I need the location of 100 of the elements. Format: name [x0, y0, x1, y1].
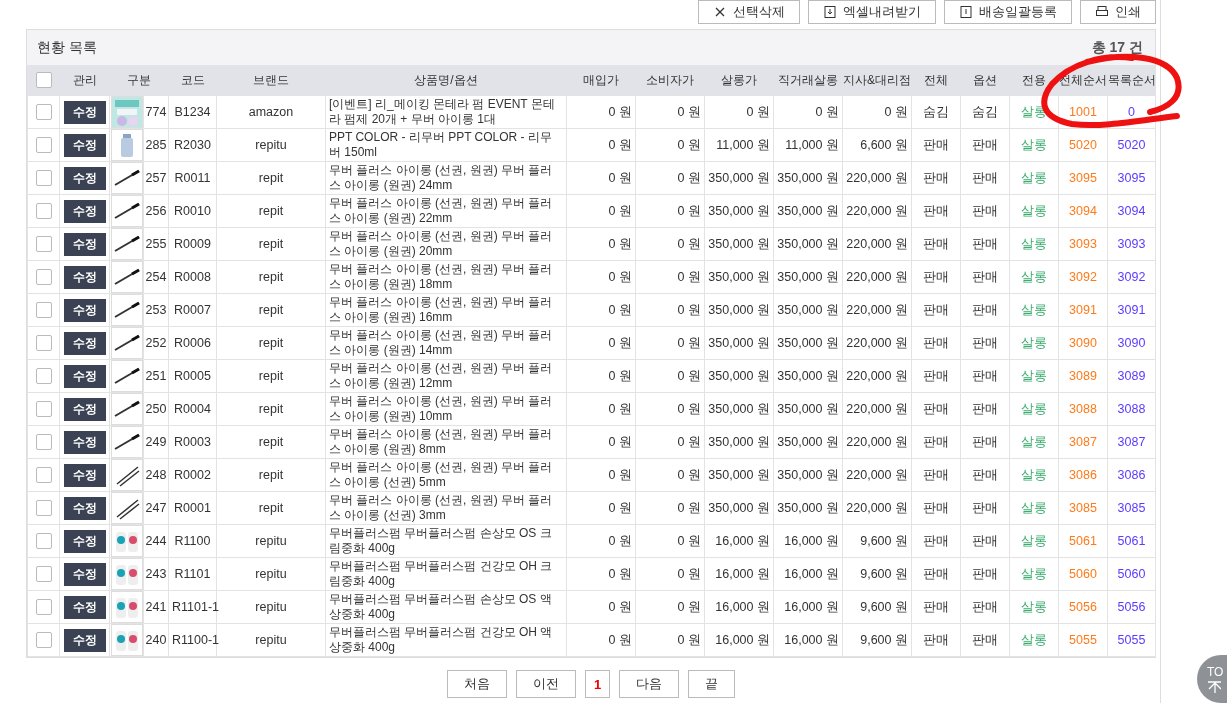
checkbox[interactable] [35, 500, 52, 516]
checkbox[interactable] [35, 467, 52, 483]
table-cell: 220,000 원 [842, 194, 912, 228]
table-cell: 350,000 원 [773, 491, 843, 525]
checkbox[interactable] [35, 302, 52, 318]
table-cell: 3086 [1107, 458, 1156, 492]
edit-button[interactable]: 수정 [63, 529, 106, 553]
edit-button[interactable]: 수정 [63, 364, 106, 388]
table-cell: 판매 [911, 128, 961, 162]
page-button[interactable]: 이전 [515, 670, 576, 698]
table-cell: 6,600 원 [842, 128, 912, 162]
checkbox[interactable] [35, 434, 52, 450]
checkbox[interactable] [35, 72, 52, 88]
table-cell: 5061 [1107, 524, 1156, 558]
edit-button[interactable]: 수정 [63, 298, 106, 322]
edit-button[interactable]: 수정 [63, 463, 106, 487]
table-cell: 판매 [960, 590, 1010, 624]
checkbox[interactable] [35, 269, 52, 285]
table-cell: 248 [143, 458, 169, 492]
table-cell: 350,000 원 [704, 227, 774, 261]
table-cell: 0 원 [566, 590, 636, 624]
table-cell: 3087 [1107, 425, 1156, 459]
page-button[interactable]: 처음 [446, 670, 507, 698]
edit-button[interactable]: 수정 [63, 133, 106, 157]
toolbar-button[interactable]: 엑셀내려받기 [808, 0, 936, 24]
table-cell: 0 원 [566, 293, 636, 327]
checkbox[interactable] [35, 599, 52, 615]
edit-button[interactable]: 수정 [63, 397, 106, 421]
table-cell: R0001 [168, 491, 217, 525]
toolbar-button[interactable]: 선택삭제 [698, 0, 800, 24]
table-cell: R0009 [168, 227, 217, 261]
table-cell: 0 원 [635, 623, 705, 657]
edit-button[interactable]: 수정 [63, 100, 106, 124]
checkbox[interactable] [35, 137, 52, 153]
edit-button[interactable]: 수정 [63, 562, 106, 586]
table-cell: 0 원 [635, 194, 705, 228]
checkbox[interactable] [35, 236, 52, 252]
table-cell: 5060 [1107, 557, 1156, 591]
checkbox[interactable] [35, 632, 52, 648]
table-cell: 살롱 [1009, 128, 1059, 162]
panel-title: 현황 목록 [37, 38, 97, 57]
checkbox[interactable] [35, 104, 52, 120]
checkbox[interactable] [35, 203, 52, 219]
toolbar-button[interactable]: 인쇄 [1080, 0, 1156, 24]
table-cell: 5055 [1107, 623, 1156, 657]
table-cell: 판매 [911, 392, 961, 426]
table-cell: 0 원 [773, 95, 843, 129]
checkbox[interactable] [35, 368, 52, 384]
edit-button[interactable]: 수정 [63, 232, 106, 256]
edit-button[interactable]: 수정 [63, 199, 106, 223]
edit-button[interactable]: 수정 [63, 265, 106, 289]
checkbox[interactable] [35, 335, 52, 351]
table-cell: 0 원 [704, 95, 774, 129]
table-cell: 11,000 원 [773, 128, 843, 162]
column-header: 직거래살롱 [773, 65, 843, 96]
column-header: 지사&대리점 [842, 65, 912, 96]
checkbox[interactable] [35, 170, 52, 186]
table-cell: 판매 [960, 359, 1010, 393]
page-button[interactable]: 끝 [688, 670, 736, 698]
table-cell: 판매 [960, 458, 1010, 492]
edit-button[interactable]: 수정 [63, 166, 106, 190]
edit-button[interactable]: 수정 [63, 628, 106, 652]
table-cell: 판매 [960, 491, 1010, 525]
table-cell: 244 [143, 524, 169, 558]
table-cell: 판매 [911, 623, 961, 657]
table-cell: 살롱 [1009, 491, 1059, 525]
table-cell: 16,000 원 [773, 623, 843, 657]
table-cell: 220,000 원 [842, 260, 912, 294]
table-cell: 판매 [911, 359, 961, 393]
table-cell: 3087 [1058, 425, 1108, 459]
checkbox[interactable] [35, 533, 52, 549]
table-cell: 3094 [1107, 194, 1156, 228]
page-button[interactable]: 다음 [619, 670, 680, 698]
checkbox[interactable] [35, 401, 52, 417]
table-cell: 3088 [1107, 392, 1156, 426]
table-cell: 0 원 [566, 491, 636, 525]
table-cell: 350,000 원 [704, 425, 774, 459]
table-cell: 350,000 원 [773, 458, 843, 492]
table-cell: 285 [143, 128, 169, 162]
edit-button[interactable]: 수정 [63, 430, 106, 454]
edit-button[interactable]: 수정 [63, 595, 106, 619]
edit-button[interactable]: 수정 [63, 496, 106, 520]
column-header: 전용 [1009, 65, 1059, 96]
table-cell: 판매 [911, 260, 961, 294]
column-header: 전체 [911, 65, 961, 96]
edit-button[interactable]: 수정 [63, 331, 106, 355]
table-cell: 무버 플러스 아이롱 (선권, 원권) 무버 플러스 아이롱 (원권) 12mm [325, 359, 567, 393]
table-cell: R0005 [168, 359, 217, 393]
table-cell: 0 원 [566, 227, 636, 261]
table-cell: 3085 [1107, 491, 1156, 525]
table-cell: 350,000 원 [704, 194, 774, 228]
table-cell: 0 원 [566, 557, 636, 591]
table-cell: 0 원 [566, 425, 636, 459]
table-cell: repit [216, 392, 326, 426]
table-cell: 판매 [960, 161, 1010, 195]
table-cell: 350,000 원 [773, 194, 843, 228]
toolbar-button[interactable]: 배송일괄등록 [944, 0, 1072, 24]
checkbox[interactable] [35, 566, 52, 582]
page-button[interactable]: 1 [584, 670, 611, 698]
table-cell: repit [216, 425, 326, 459]
